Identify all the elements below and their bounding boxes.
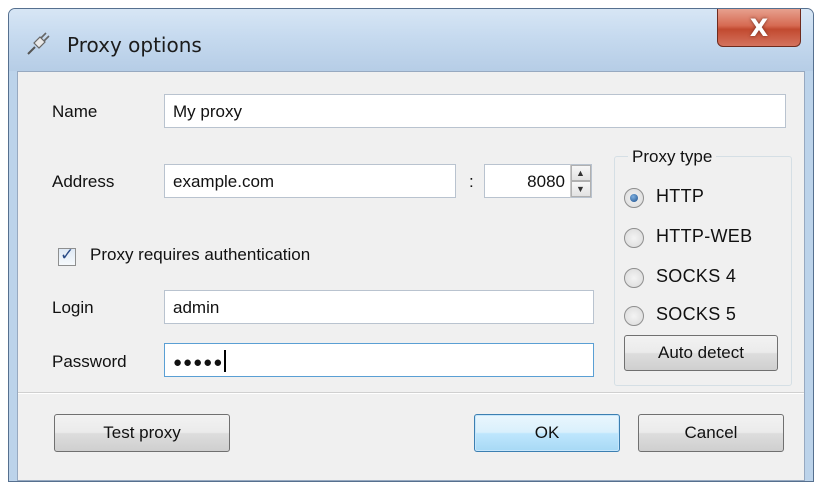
test-proxy-button[interactable]: Test proxy [54, 414, 230, 452]
cancel-button[interactable]: Cancel [638, 414, 784, 452]
radio-socks5-label[interactable]: SOCKS 5 [656, 304, 736, 325]
auto-detect-button[interactable]: Auto detect [624, 335, 778, 371]
proxy-options-window: Proxy options X Name My proxy Address ex… [8, 8, 814, 482]
plug-icon [27, 32, 50, 55]
text-caret [224, 350, 227, 372]
name-input[interactable]: My proxy [164, 94, 786, 128]
separator-highlight [18, 393, 804, 394]
login-label: Login [52, 298, 94, 317]
port-separator: : [469, 172, 474, 191]
login-input[interactable]: admin [164, 290, 594, 324]
arrow-up-icon: ▲ [576, 168, 585, 178]
password-label: Password [52, 352, 127, 371]
radio-http[interactable] [624, 188, 644, 208]
window-title: Proxy options [67, 33, 202, 57]
close-button[interactable]: X [717, 9, 801, 47]
port-spinner[interactable]: ▲ ▼ [570, 164, 591, 198]
spin-down-button[interactable]: ▼ [571, 181, 591, 197]
auth-checkbox[interactable]: ✓ [58, 245, 76, 266]
address-input[interactable]: example.com [164, 164, 456, 198]
close-icon: X [749, 14, 769, 42]
password-mask: ●●●●● [173, 354, 224, 371]
auth-checkbox-label[interactable]: Proxy requires authentication [90, 245, 310, 265]
address-label: Address [52, 172, 115, 191]
radio-http-web-label[interactable]: HTTP-WEB [656, 226, 752, 247]
proxy-type-title: Proxy type [628, 147, 717, 167]
checkmark-icon: ✓ [60, 245, 75, 264]
name-label: Name [52, 102, 98, 121]
dialog-body: Name My proxy Address example.com : 8080… [17, 71, 805, 481]
radio-http-web[interactable] [624, 228, 644, 248]
password-input[interactable]: ●●●●● [164, 343, 594, 377]
radio-http-label[interactable]: HTTP [656, 186, 704, 207]
ok-button[interactable]: OK [474, 414, 620, 452]
spin-up-button[interactable]: ▲ [571, 165, 591, 181]
arrow-down-icon: ▼ [576, 184, 585, 194]
title-bar[interactable]: Proxy options X [9, 9, 813, 71]
radio-socks5[interactable] [624, 306, 644, 326]
radio-socks4-label[interactable]: SOCKS 4 [656, 266, 736, 287]
radio-socks4[interactable] [624, 268, 644, 288]
